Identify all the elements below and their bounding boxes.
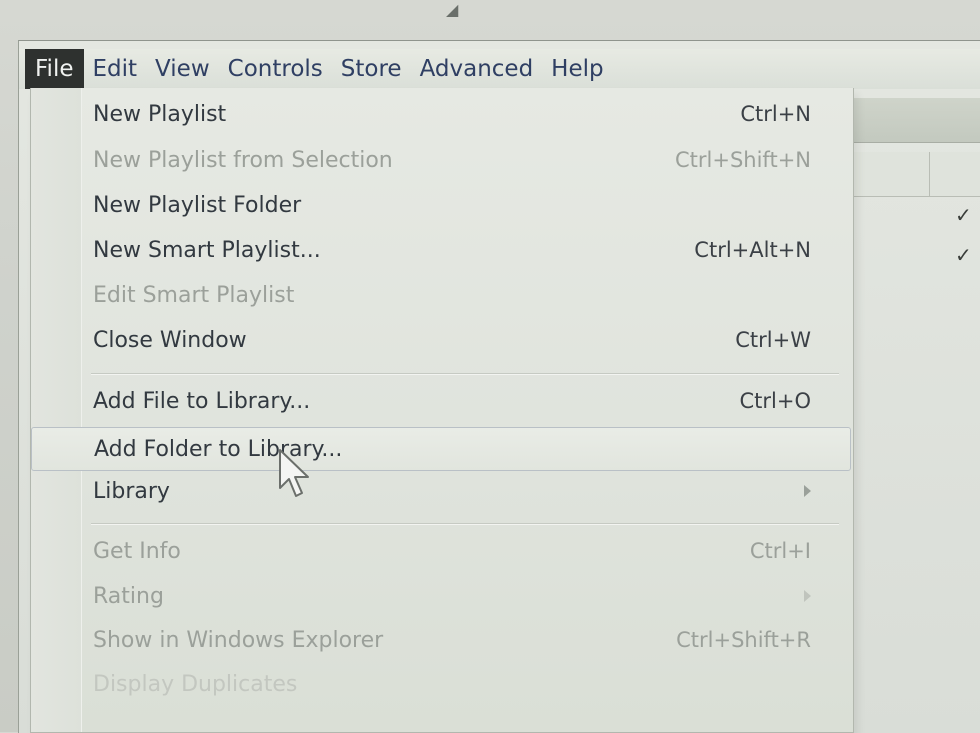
- file-menu-dropdown: New Playlist Ctrl+N New Playlist from Se…: [30, 88, 854, 733]
- menu-item-label: Edit Smart Playlist: [93, 282, 295, 308]
- menu-item-add-file-to-library[interactable]: Add File to Library... Ctrl+O: [31, 379, 851, 423]
- toolbar-area: [850, 98, 980, 143]
- menu-item-label: Display Duplicates: [93, 671, 298, 697]
- column-divider: [929, 152, 930, 196]
- menu-item-label: New Playlist Folder: [93, 192, 302, 218]
- menu-separator: [91, 373, 839, 375]
- menu-item-new-playlist-folder[interactable]: New Playlist Folder: [31, 183, 851, 227]
- menu-help[interactable]: Help: [542, 49, 612, 89]
- menu-item-edit-smart-playlist[interactable]: Edit Smart Playlist: [31, 273, 851, 317]
- menu-item-close-window[interactable]: Close Window Ctrl+W: [31, 318, 851, 362]
- menu-bar: File Edit View Controls Store Advanced H…: [19, 49, 980, 89]
- menu-view[interactable]: View: [146, 49, 219, 89]
- menu-store[interactable]: Store: [332, 49, 411, 89]
- menu-edit[interactable]: Edit: [84, 49, 147, 89]
- menu-item-label: Library: [93, 478, 170, 504]
- menu-item-add-folder-to-library[interactable]: Add Folder to Library...: [31, 427, 851, 471]
- menu-item-new-playlist[interactable]: New Playlist Ctrl+N: [31, 92, 851, 136]
- menu-item-label: New Smart Playlist...: [93, 237, 321, 263]
- menu-item-label: Close Window: [93, 327, 247, 353]
- menu-advanced[interactable]: Advanced: [411, 49, 543, 89]
- menu-item-get-info[interactable]: Get Info Ctrl+I: [31, 529, 851, 573]
- menu-item-shortcut: Ctrl+N: [740, 102, 811, 126]
- window-icon-fragment: ◢: [446, 0, 459, 19]
- menu-item-shortcut: Ctrl+O: [739, 389, 812, 413]
- menu-item-rating[interactable]: Rating: [31, 574, 851, 618]
- menu-item-show-in-windows-explorer[interactable]: Show in Windows Explorer Ctrl+Shift+R: [31, 618, 851, 662]
- menu-item-new-smart-playlist[interactable]: New Smart Playlist... Ctrl+Alt+N: [31, 228, 851, 272]
- menu-item-new-playlist-from-selection[interactable]: New Playlist from Selection Ctrl+Shift+N: [31, 138, 851, 182]
- song-checkbox[interactable]: ✓: [955, 243, 972, 267]
- menu-item-shortcut: Ctrl+Alt+N: [694, 238, 811, 262]
- menu-item-shortcut: Ctrl+W: [735, 328, 811, 352]
- song-checkbox[interactable]: ✓: [955, 203, 972, 227]
- song-list-header: [850, 152, 980, 197]
- menu-item-display-duplicates[interactable]: Display Duplicates: [31, 662, 851, 706]
- menu-item-label: Get Info: [93, 538, 181, 564]
- menu-controls[interactable]: Controls: [219, 49, 332, 89]
- menu-separator: [91, 523, 839, 525]
- menu-item-label: New Playlist: [93, 101, 227, 127]
- menu-item-library[interactable]: Library: [31, 469, 851, 513]
- menu-item-shortcut: Ctrl+Shift+N: [675, 148, 811, 172]
- submenu-arrow-icon: [804, 485, 811, 497]
- menu-item-label: Add File to Library...: [93, 388, 311, 414]
- menu-item-label: New Playlist from Selection: [93, 147, 393, 173]
- menu-item-label: Rating: [93, 583, 164, 609]
- menu-file[interactable]: File: [25, 49, 84, 89]
- mouse-pointer-icon: [279, 449, 309, 497]
- menu-item-shortcut: Ctrl+Shift+R: [676, 628, 811, 652]
- menu-item-label: Show in Windows Explorer: [93, 627, 384, 653]
- menu-item-shortcut: Ctrl+I: [749, 539, 811, 563]
- submenu-arrow-icon: [804, 590, 811, 602]
